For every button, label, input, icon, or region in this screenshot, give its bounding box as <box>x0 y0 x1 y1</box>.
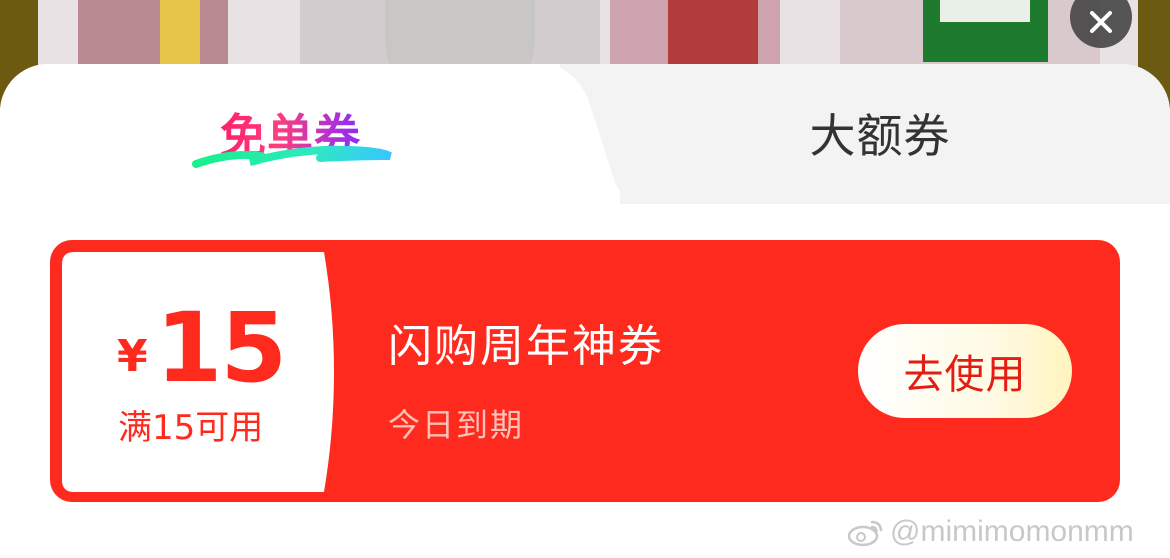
currency-symbol: ¥ <box>117 331 148 382</box>
tab-active-underline <box>192 145 392 168</box>
watermark-text: @mimimomonmm <box>890 515 1134 548</box>
coupon-threshold: 满15可用 <box>118 408 264 448</box>
coupon-expiry: 今日到期 <box>388 406 525 444</box>
coupon-value-panel: ¥ 15 满15可用 <box>62 252 392 492</box>
tab-large-coupon[interactable]: 大额券 <box>740 100 1020 163</box>
weibo-icon <box>847 520 883 547</box>
bottom-sheet: 免单券 大额券 ¥ 15 满15可用 闪购周年神券 今日到期 去使用 <box>0 64 1170 558</box>
coupon-amount: ¥ 15 <box>117 292 288 404</box>
use-coupon-button-label: 去使用 <box>903 352 1027 398</box>
coupon-title: 闪购周年神券 <box>388 321 664 372</box>
coupon-tab-bar: 免单券 大额券 <box>0 64 1170 204</box>
watermark: @mimimomonmm <box>846 512 1134 552</box>
close-icon <box>1090 11 1112 33</box>
tab-free-coupon[interactable]: 免单券 <box>180 94 410 174</box>
coupon-card: ¥ 15 满15可用 闪购周年神券 今日到期 去使用 <box>50 240 1120 502</box>
coupon-sheet-screen: 免单券 大额券 ¥ 15 满15可用 闪购周年神券 今日到期 去使用 @mimi… <box>0 0 1170 558</box>
tab-large-coupon-label: 大额券 <box>809 109 951 163</box>
coupon-amount-value: 15 <box>155 292 288 404</box>
use-coupon-button[interactable]: 去使用 <box>858 324 1072 418</box>
